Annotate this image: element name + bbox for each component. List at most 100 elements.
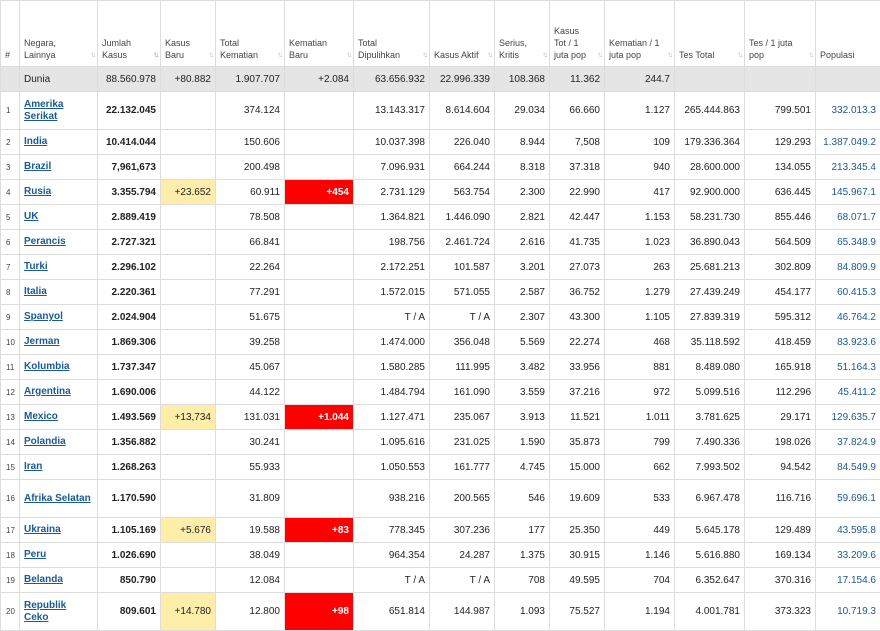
sort-arrows-icon[interactable]: ↑↓ xyxy=(597,49,601,61)
row-number: 10 xyxy=(1,330,20,355)
col-header-new-deaths[interactable]: Kematian Baru↑↓ xyxy=(285,1,354,67)
active-cases: 101.587 xyxy=(430,255,495,280)
col-header-total-deaths[interactable]: Total Kematian↑↓ xyxy=(216,1,285,67)
header-label: Kasus Aktif xyxy=(434,50,479,60)
col-header-total-cases[interactable]: Jumlah Kasus ↑↓ xyxy=(98,1,161,67)
sort-arrows-icon[interactable]: ↑↓ xyxy=(153,49,157,61)
new-deaths: +98 xyxy=(285,593,354,631)
deaths-per-million: 881 xyxy=(605,355,675,380)
country-link[interactable]: Argentina xyxy=(24,386,71,397)
total-tests: 5.616.880 xyxy=(675,543,745,568)
population xyxy=(816,67,880,92)
new-cases: +23.652 xyxy=(161,180,216,205)
new-deaths xyxy=(285,543,354,568)
total-deaths: 19.588 xyxy=(216,518,285,543)
country-link[interactable]: Perancis xyxy=(24,236,66,247)
serious-critical: 2.821 xyxy=(495,205,550,230)
header-label: Total Dipulihkan xyxy=(358,38,400,60)
tests-per-million: 370.316 xyxy=(745,568,816,593)
serious-critical: 2.587 xyxy=(495,280,550,305)
serious-critical: 1.590 xyxy=(495,430,550,455)
country-link[interactable]: Peru xyxy=(24,549,46,560)
table-row: 2India10.414.044150.60610.037.398226.040… xyxy=(1,130,880,155)
header-label: Kasus Baru xyxy=(165,38,190,60)
total-tests: 36.890.043 xyxy=(675,230,745,255)
new-deaths xyxy=(285,568,354,593)
country-link[interactable]: Spanyol xyxy=(24,311,63,322)
sort-arrows-icon[interactable]: ↑↓ xyxy=(90,49,94,61)
country-link[interactable]: Turki xyxy=(24,261,48,272)
total-recovered: 1.127.471 xyxy=(354,405,430,430)
sort-arrows-icon[interactable]: ↑↓ xyxy=(737,49,741,61)
sort-arrows-icon[interactable]: ↑↓ xyxy=(277,49,281,61)
total-tests: 28.600.000 xyxy=(675,155,745,180)
country-link[interactable]: India xyxy=(24,136,47,147)
col-header-critical[interactable]: Serius, Kritis↑↓ xyxy=(495,1,550,67)
sort-arrows-icon[interactable]: ↑↓ xyxy=(422,49,426,61)
row-number: 12 xyxy=(1,380,20,405)
new-cases: +5.676 xyxy=(161,518,216,543)
total-tests: 4.001.781 xyxy=(675,593,745,631)
col-header-tests-per-million[interactable]: Tes / 1 juta pop↑↓ xyxy=(745,1,816,67)
col-header-recovered[interactable]: Total Dipulihkan ↑↓ xyxy=(354,1,430,67)
row-number: 18 xyxy=(1,543,20,568)
col-header-country[interactable]: Negara, Lainnya↑↓ xyxy=(20,1,98,67)
country-link[interactable]: Afrika Selatan xyxy=(24,493,91,504)
total-deaths: 12.084 xyxy=(216,568,285,593)
total-cases: 850.790 xyxy=(98,568,161,593)
total-recovered: 1.050.553 xyxy=(354,455,430,480)
new-cases: +14.780 xyxy=(161,593,216,631)
col-header-total-tests[interactable]: Tes Total↑↓ xyxy=(675,1,745,67)
country-link[interactable]: Polandia xyxy=(24,436,66,447)
total-tests: 92.900.000 xyxy=(675,180,745,205)
header-label: Jumlah Kasus xyxy=(102,38,131,60)
country-link[interactable]: Mexico xyxy=(24,411,58,422)
col-header-active[interactable]: Kasus Aktif ↑↓ xyxy=(430,1,495,67)
country-link[interactable]: Brazil xyxy=(24,161,51,172)
col-header-deaths-per-million[interactable]: Kematian / 1 juta pop↑↓ xyxy=(605,1,675,67)
sort-arrows-icon[interactable]: ↑↓ xyxy=(346,49,350,61)
col-header-new-cases[interactable]: Kasus Baru ↑↓ xyxy=(161,1,216,67)
total-tests: 25.681.213 xyxy=(675,255,745,280)
total-cases: 1.690.006 xyxy=(98,380,161,405)
tests-per-million: 112.296 xyxy=(745,380,816,405)
total-cases: 1.356.882 xyxy=(98,430,161,455)
cases-per-million: 36.752 xyxy=(550,280,605,305)
sort-arrows-icon[interactable]: ↑↓ xyxy=(208,49,212,61)
total-tests: 5.099.516 xyxy=(675,380,745,405)
table-row: 6Perancis2.727.32166.841198.7562.461.724… xyxy=(1,230,880,255)
country-link[interactable]: Belanda xyxy=(24,574,63,585)
cases-per-million: 22.990 xyxy=(550,180,605,205)
row-number: 11 xyxy=(1,355,20,380)
country-link[interactable]: Jerman xyxy=(24,336,60,347)
country-link[interactable]: Kolumbia xyxy=(24,361,70,372)
total-tests: 5.645.178 xyxy=(675,518,745,543)
sort-arrows-icon[interactable]: ↑↓ xyxy=(808,49,812,61)
deaths-per-million: 417 xyxy=(605,180,675,205)
cases-per-million: 15.000 xyxy=(550,455,605,480)
country-link[interactable]: UK xyxy=(24,211,38,222)
active-cases: 231.025 xyxy=(430,430,495,455)
new-cases xyxy=(161,92,216,130)
population: 1.387.049.2 xyxy=(816,130,880,155)
total-deaths: 374.124 xyxy=(216,92,285,130)
country-link[interactable]: Amerika Serikat xyxy=(24,99,63,122)
sort-arrows-icon[interactable]: ↑↓ xyxy=(667,49,671,61)
active-cases: 24.287 xyxy=(430,543,495,568)
country-link[interactable]: Rusia xyxy=(24,186,51,197)
country-link[interactable]: Ukraina xyxy=(24,524,61,535)
country-name: Dunia xyxy=(20,67,98,92)
country-link[interactable]: Iran xyxy=(24,461,42,472)
total-deaths: 78.508 xyxy=(216,205,285,230)
active-cases: T / A xyxy=(430,568,495,593)
deaths-per-million: 1.194 xyxy=(605,593,675,631)
total-cases: 3.355.794 xyxy=(98,180,161,205)
deaths-per-million: 1.011 xyxy=(605,405,675,430)
active-cases: 111.995 xyxy=(430,355,495,380)
country-link[interactable]: Republik Ceko xyxy=(24,600,66,623)
country-link[interactable]: Italia xyxy=(24,286,47,297)
col-header-cases-per-million[interactable]: Kasus Tot / 1 juta pop↑↓ xyxy=(550,1,605,67)
population: 84.809.9 xyxy=(816,255,880,280)
sort-arrows-icon[interactable]: ↑↓ xyxy=(487,49,491,61)
sort-arrows-icon[interactable]: ↑↓ xyxy=(542,49,546,61)
